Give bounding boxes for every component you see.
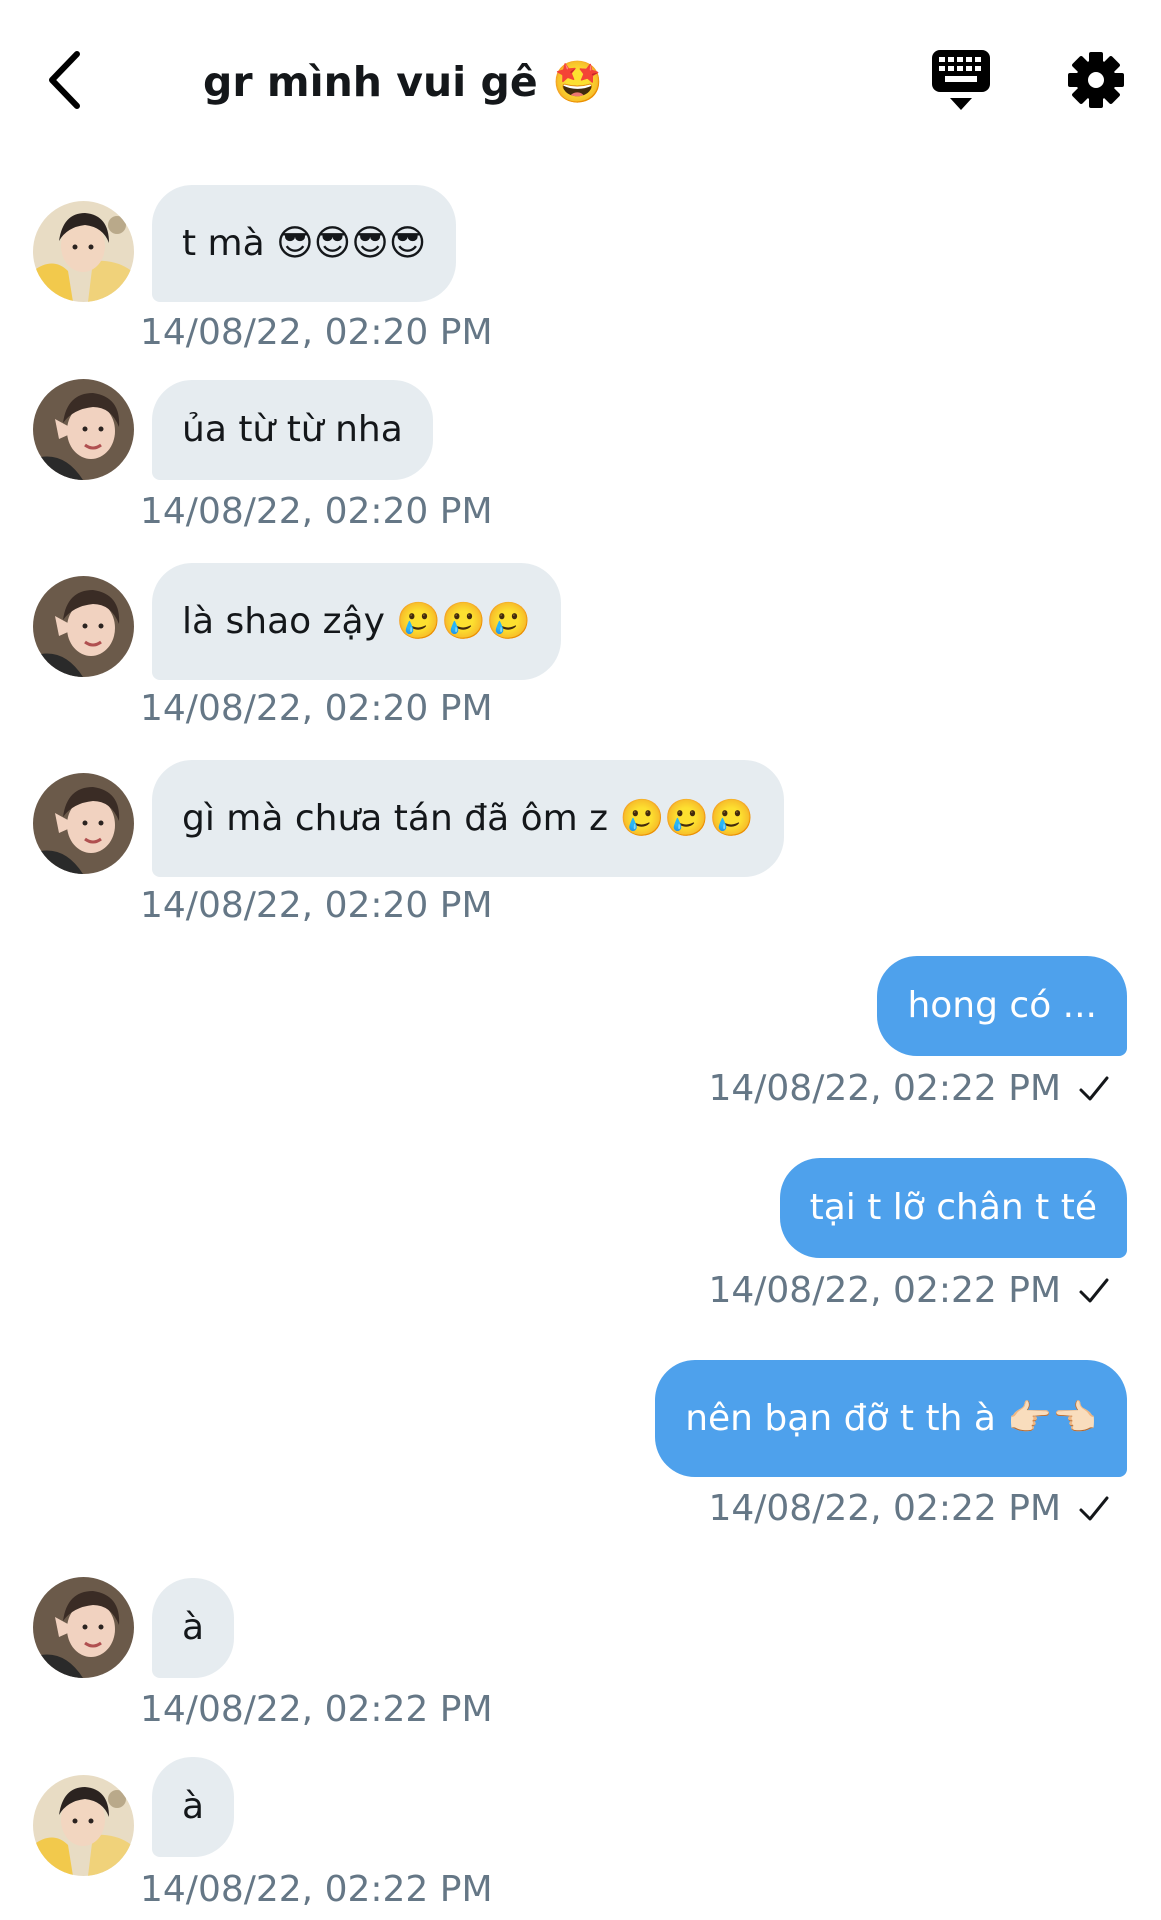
message-timestamp: 14/08/22, 02:20 PM — [140, 885, 493, 926]
settings-button[interactable] — [1066, 50, 1126, 110]
message-timestamp-row: 14/08/22, 02:22 PM — [708, 1487, 1111, 1531]
keyboard-button[interactable] — [930, 48, 992, 112]
message-text: à — [182, 1786, 205, 1827]
message-timestamp: 14/08/22, 02:22 PM — [708, 1488, 1061, 1529]
message-text: là shao zậy 🥲🥲🥲 — [182, 600, 531, 642]
user-avatar-photo — [33, 576, 134, 677]
back-button[interactable] — [36, 44, 92, 116]
message-timestamp: 14/08/22, 02:22 PM — [708, 1270, 1061, 1311]
check-icon — [1079, 1278, 1109, 1303]
avatar[interactable] — [33, 1775, 134, 1876]
message-bubble[interactable]: gì mà chưa tán đã ôm z 🥲🥲🥲 — [152, 760, 784, 877]
message-bubble[interactable]: tại t lỡ chân t té — [779, 1158, 1127, 1258]
message-bubble[interactable]: hong có ... — [877, 956, 1127, 1056]
check-icon — [1079, 1496, 1109, 1521]
message-bubble[interactable]: ủa từ từ nha — [152, 380, 433, 480]
chat-header: gr mình vui gê 🤩 — [0, 0, 1161, 165]
avatar[interactable] — [33, 201, 134, 302]
message-text: hong có ... — [907, 985, 1097, 1026]
gear-icon — [1068, 52, 1124, 108]
user-avatar-photo — [33, 1577, 134, 1678]
keyboard-icon — [932, 50, 990, 110]
avatar[interactable] — [33, 576, 134, 677]
message-timestamp: 14/08/22, 02:20 PM — [140, 688, 493, 729]
message-text: tại t lỡ chân t té — [809, 1187, 1097, 1228]
user-avatar-photo — [33, 773, 134, 874]
message-timestamp: 14/08/22, 02:22 PM — [140, 1869, 493, 1910]
conversation-title: gr mình vui gê 🤩 — [203, 58, 603, 106]
message-text: gì mà chưa tán đã ôm z 🥲🥲🥲 — [182, 797, 754, 839]
user-avatar-photo — [33, 379, 134, 480]
user-avatar-photo — [33, 201, 134, 302]
message-text: ủa từ từ nha — [182, 409, 403, 450]
message-timestamp-row: 14/08/22, 02:22 PM — [708, 1269, 1111, 1313]
user-avatar-photo — [33, 1775, 134, 1876]
message-bubble[interactable]: à — [152, 1578, 235, 1678]
message-timestamp: 14/08/22, 02:20 PM — [140, 312, 493, 353]
message-timestamp: 14/08/22, 02:22 PM — [140, 1689, 493, 1730]
message-text: nên bạn đỡ t th à 👉🏻👈🏻 — [685, 1397, 1097, 1439]
message-text: t mà 😎😎😎😎 — [182, 222, 427, 264]
message-bubble[interactable]: t mà 😎😎😎😎 — [152, 185, 457, 302]
message-timestamp: 14/08/22, 02:22 PM — [708, 1068, 1061, 1109]
message-timestamp-row: 14/08/22, 02:22 PM — [708, 1067, 1111, 1111]
message-text: à — [182, 1607, 205, 1648]
avatar[interactable] — [33, 773, 134, 874]
message-bubble[interactable]: nên bạn đỡ t th à 👉🏻👈🏻 — [655, 1360, 1127, 1477]
avatar[interactable] — [33, 379, 134, 480]
message-timestamp: 14/08/22, 02:20 PM — [140, 491, 493, 532]
chevron-left-icon — [49, 51, 80, 109]
chat-screen: gr mình vui gê 🤩 t mà 😎😎😎😎 14/08/22, 02:… — [0, 0, 1161, 1920]
message-bubble[interactable]: à — [152, 1757, 235, 1857]
avatar[interactable] — [33, 1577, 134, 1678]
message-bubble[interactable]: là shao zậy 🥲🥲🥲 — [152, 563, 561, 680]
check-icon — [1079, 1076, 1109, 1101]
